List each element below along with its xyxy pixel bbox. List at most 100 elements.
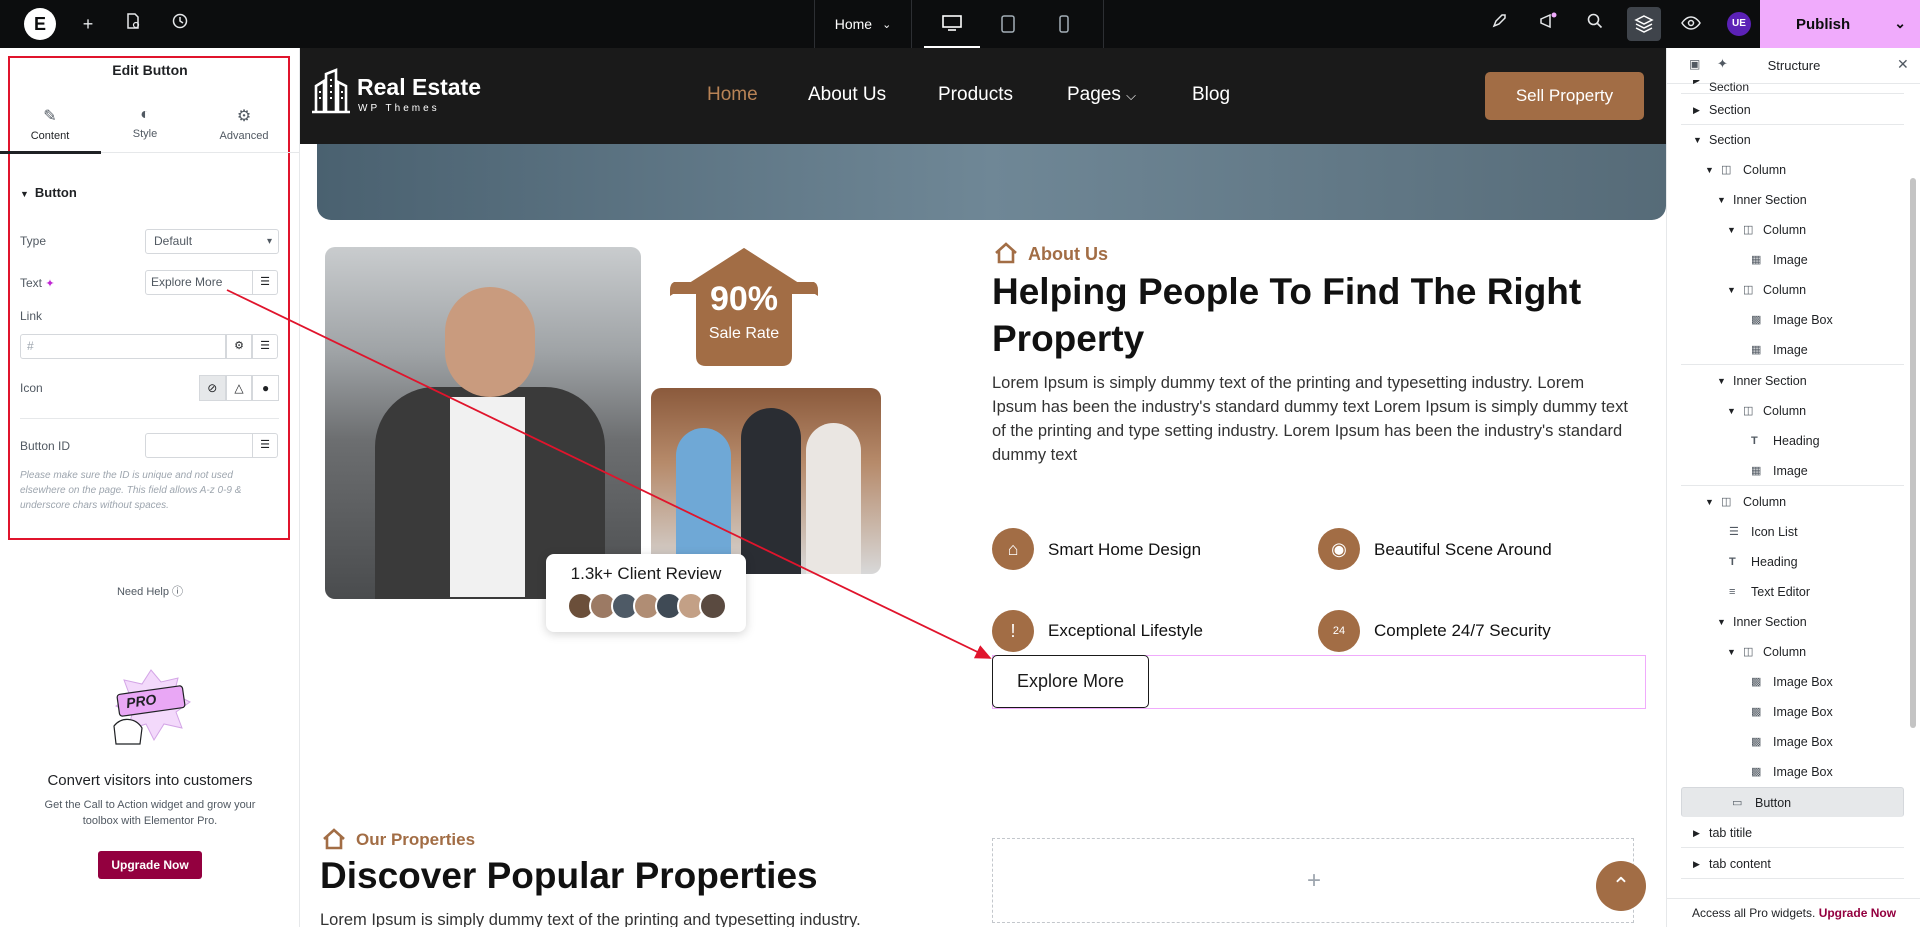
logo-title: Real Estate (357, 74, 482, 100)
chevron-down-icon: ⌄ (882, 18, 892, 31)
mobile-icon[interactable] (1036, 0, 1092, 48)
button-id-input[interactable] (145, 433, 253, 458)
tree-node-inner-section[interactable]: ▼ Inner Section (1681, 607, 1904, 637)
tab-advanced[interactable]: ⚙ Advanced (194, 106, 294, 142)
promo-title: Convert visitors into customers (47, 772, 253, 789)
tree-node-column[interactable]: ▼ ◫ Column (1681, 215, 1904, 245)
add-widget-plus-icon[interactable]: + (993, 867, 1635, 895)
tree-node-label: Heading (1751, 555, 1798, 569)
feature-exceptional-lifestyle: Exceptional Lifestyle (1048, 621, 1203, 640)
tree-node-section[interactable]: ▼ Section (1681, 125, 1904, 155)
caret-down-icon: ▾ (266, 236, 272, 247)
column-icon: ◫ (1743, 284, 1754, 296)
exclamation-icon: ! (992, 610, 1034, 652)
link-dynamic-tags-icon[interactable]: ☰ (252, 334, 278, 359)
tablet-icon[interactable] (980, 0, 1036, 48)
nav-home[interactable]: Home (707, 84, 758, 106)
add-element-icon[interactable]: + (76, 12, 100, 36)
nav-products[interactable]: Products (938, 84, 1013, 106)
tree-node-label: Column (1743, 495, 1787, 509)
dynamic-tags-icon[interactable]: ☰ (252, 270, 278, 295)
nav-blog[interactable]: Blog (1192, 84, 1230, 106)
rocket-icon[interactable] (1487, 12, 1511, 36)
tree-node-image[interactable]: ▦ Image (1681, 456, 1904, 486)
footer-upgrade-link[interactable]: Upgrade Now (1819, 906, 1896, 920)
tree-node-column[interactable]: ▼ ◫ Column (1681, 155, 1904, 185)
tree-node-column[interactable]: ▼ ◫ Column (1681, 637, 1904, 667)
section-toggle[interactable]: ▼ Button (20, 185, 77, 200)
upgrade-now-button[interactable]: Upgrade Now (98, 851, 202, 879)
client-review-card: 1.3k+ Client Review (546, 554, 746, 632)
user-avatar[interactable]: UE (1727, 12, 1751, 36)
desktop-icon[interactable] (924, 0, 980, 48)
structure-layers-icon[interactable] (1627, 7, 1661, 41)
tree-node-image-box[interactable]: ▩ Image Box (1681, 727, 1904, 757)
publish-button[interactable]: Publish ⌄ (1760, 0, 1920, 48)
image-box-icon: ▩ (1751, 766, 1762, 778)
tree-node-image-box[interactable]: ▩ Image Box (1681, 305, 1904, 335)
tree-node-heading[interactable]: T Heading (1681, 426, 1904, 456)
tree-node-tab-title[interactable]: ▶ tab titile (1681, 818, 1904, 848)
structure-scrollbar[interactable] (1910, 178, 1916, 728)
tree-node-text-editor[interactable]: ≡ Text Editor (1681, 577, 1904, 607)
tree-node-label: Image Box (1773, 735, 1833, 749)
tree-node-heading[interactable]: T Heading (1681, 547, 1904, 577)
button-id-dynamic-tags-icon[interactable]: ☰ (252, 433, 278, 458)
link-placeholder: # (27, 339, 34, 353)
tree-node-column[interactable]: ▼ ◫ Column (1681, 275, 1904, 305)
column-icon: ◫ (1721, 496, 1732, 508)
tree-node-image-box[interactable]: ▩ Image Box (1681, 757, 1904, 787)
history-icon[interactable] (168, 12, 192, 36)
tree-node-image[interactable]: ▦ Image (1681, 335, 1904, 365)
upload-icon[interactable]: △ (225, 375, 253, 401)
chevron-down-icon[interactable]: ⌄ (1894, 15, 1906, 32)
properties-heading: Discover Popular Properties (320, 855, 818, 896)
tab-content[interactable]: ✎ Content (0, 106, 100, 142)
promo-illustration (113, 669, 191, 745)
tree-node-image[interactable]: ▦ Image (1681, 245, 1904, 275)
search-icon[interactable] (1583, 12, 1607, 36)
tree-node-inner-section[interactable]: ▼ Inner Section (1681, 366, 1904, 396)
sale-rate-value: 90% (709, 280, 779, 318)
tab-style[interactable]: ◐ Style (95, 106, 195, 140)
tree-node-image-box[interactable]: ▩ Image Box (1681, 667, 1904, 697)
need-help-link[interactable]: Need Help ⓘ (0, 583, 300, 599)
close-icon[interactable]: ✕ (1897, 56, 1909, 73)
elementor-logo[interactable]: E (24, 8, 56, 40)
tree-node-section[interactable]: ▶ Section (1681, 95, 1904, 125)
text-input[interactable]: Explore More (145, 270, 253, 295)
type-select[interactable]: Default ▾ (145, 229, 279, 254)
no-icon-ban-icon[interactable]: ⊘ (199, 375, 226, 401)
tree-node-inner-section[interactable]: ▼ Inner Section (1681, 185, 1904, 215)
structure-footer: Access all Pro widgets. Upgrade Now (1667, 898, 1920, 927)
notifications-icon[interactable] (1536, 12, 1560, 36)
sell-property-button[interactable]: Sell Property (1485, 72, 1644, 120)
tree-node-icon-list[interactable]: ☰ Icon List (1681, 517, 1904, 547)
panel-tabs: ✎ Content ◐ Style ⚙ Advanced (0, 98, 300, 153)
nav-pages[interactable]: Pages ⌵ (1067, 84, 1136, 106)
empty-drop-zone[interactable]: + (992, 838, 1634, 923)
tree-node-image-box[interactable]: ▩ Image Box (1681, 697, 1904, 727)
circle-icon[interactable]: ● (252, 375, 280, 401)
type-label: Type (20, 234, 47, 248)
tree-node-label: Image Box (1773, 765, 1833, 779)
page-selector[interactable]: Home ⌄ (814, 0, 912, 48)
tree-node-section[interactable]: ▶ Section (1681, 80, 1904, 94)
caret-down-icon: ▼ (1727, 225, 1736, 235)
page-settings-icon[interactable] (121, 12, 145, 36)
explore-more-button[interactable]: Explore More (992, 655, 1149, 708)
tree-node-label: Column (1763, 645, 1807, 659)
nav-about-us[interactable]: About Us (808, 84, 886, 106)
tree-node-label: Image Box (1773, 705, 1833, 719)
scroll-to-top-icon[interactable]: ⌃ (1596, 861, 1646, 911)
tree-node-column[interactable]: ▼ ◫ Column (1681, 487, 1904, 517)
ai-sparkle-icon[interactable]: ✦ (45, 278, 54, 290)
structure-panel: ▣ ✦ Structure ✕ ▶ Section ▶ Section ▼ Secti… (1666, 48, 1920, 927)
tree-node-column[interactable]: ▼ ◫ Column (1681, 396, 1904, 426)
tree-node-button[interactable]: ▭ Button (1681, 787, 1904, 817)
preview-eye-icon[interactable] (1679, 12, 1703, 36)
link-input[interactable]: # (20, 334, 226, 359)
tree-node-tab-content[interactable]: ▶ tab content (1681, 849, 1904, 879)
link-options-gear-icon[interactable]: ⚙ (226, 334, 252, 359)
site-header: Real Estate WP Themes Home About Us Prod… (300, 48, 1666, 144)
